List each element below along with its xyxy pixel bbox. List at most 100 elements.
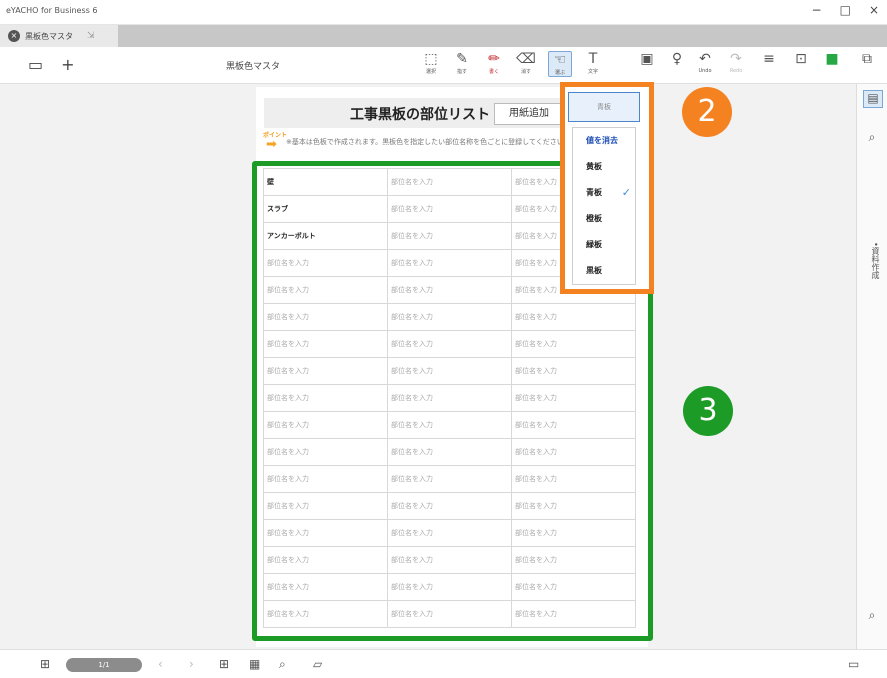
part-name-cell[interactable]: 部位名を入力	[388, 574, 512, 601]
color-palette-button[interactable]: ■	[821, 51, 843, 67]
search-settings-icon[interactable]: ⌕	[863, 130, 881, 146]
tab-detach-icon[interactable]: ⇲	[87, 31, 95, 41]
close-window-button[interactable]: ×	[869, 3, 879, 17]
settings-search-icon[interactable]: ⌕	[863, 608, 881, 624]
part-name-cell[interactable]: 部位名を入力	[388, 250, 512, 277]
part-name-cell[interactable]: 部位名を入力	[512, 412, 636, 439]
part-name-cell[interactable]: 部位名を入力	[388, 466, 512, 493]
microphone-button[interactable]: ♀	[666, 51, 688, 67]
undo-button[interactable]: ↶ Undo	[694, 51, 716, 74]
part-name-cell[interactable]: 部位名を入力	[388, 385, 512, 412]
eraser-page-icon[interactable]: ▱	[313, 657, 322, 671]
part-name-cell[interactable]: 部位名を入力	[512, 601, 636, 628]
table-row: 部位名を入力 部位名を入力 部位名を入力	[264, 466, 636, 493]
choose-tool-button[interactable]: ☜ 選ぶ	[548, 51, 572, 77]
text-tool-button[interactable]: T 文字	[582, 51, 604, 75]
add-sheet-button[interactable]: 用紙追加	[494, 103, 564, 125]
bottom-bar: ⊞ 1/1 ‹ › ⊞ ▦ ⌕ ▱ ▭	[0, 649, 887, 678]
part-name-cell[interactable]: 部位名を入力	[388, 358, 512, 385]
part-name-cell[interactable]: 部位名を入力	[388, 169, 512, 196]
part-name-cell[interactable]: 部位名を入力	[388, 520, 512, 547]
part-name-cell[interactable]: 部位名を入力	[264, 412, 388, 439]
insert-image-button[interactable]: ▣	[636, 51, 658, 67]
color-option[interactable]: 黒板	[573, 258, 635, 284]
part-name-cell[interactable]: 部位名を入力	[388, 277, 512, 304]
part-name-cell[interactable]: 部位名を入力	[512, 547, 636, 574]
grid-view-icon[interactable]: ▦	[249, 657, 260, 671]
part-name-cell[interactable]: 部位名を入力	[388, 412, 512, 439]
part-name-cell[interactable]: 部位名を入力	[264, 439, 388, 466]
part-name-cell[interactable]: 部位名を入力	[388, 547, 512, 574]
part-name-cell[interactable]: 部位名を入力	[388, 223, 512, 250]
maximize-button[interactable]: □	[840, 3, 851, 17]
part-name-cell[interactable]: 部位名を入力	[512, 574, 636, 601]
part-name-cell[interactable]: 部位名を入力	[388, 304, 512, 331]
part-name-cell[interactable]: 部位名を入力	[264, 601, 388, 628]
page-indicator[interactable]: 1/1	[66, 658, 142, 672]
option-label: 黒板	[586, 266, 602, 275]
part-name-cell[interactable]: 部位名を入力	[388, 439, 512, 466]
part-name-cell[interactable]: 部位名を入力	[388, 196, 512, 223]
part-name-cell[interactable]: 壁	[264, 169, 388, 196]
table-row: 部位名を入力 部位名を入力 部位名を入力	[264, 547, 636, 574]
minimize-button[interactable]: −	[812, 3, 822, 17]
color-option[interactable]: 緑板	[573, 232, 635, 258]
part-name-cell[interactable]: アンカーボルト	[264, 223, 388, 250]
table-row: 部位名を入力 部位名を入力 部位名を入力	[264, 412, 636, 439]
part-name-cell[interactable]: 部位名を入力	[264, 385, 388, 412]
document-creation-label[interactable]: •資料作成	[869, 242, 881, 279]
redo-button[interactable]: ↷ Redo	[725, 51, 747, 74]
color-option[interactable]: 橙板	[573, 206, 635, 232]
page-list-icon[interactable]: ⊞	[40, 657, 50, 671]
part-name-cell[interactable]: スラブ	[264, 196, 388, 223]
window-layout-button[interactable]: ⧉	[856, 51, 878, 67]
comment-icon: ⊡	[795, 51, 807, 67]
tool-label: 消す	[520, 69, 531, 75]
table-row: 部位名を入力 部位名を入力 部位名を入力	[264, 601, 636, 628]
part-name-cell[interactable]: 部位名を入力	[264, 304, 388, 331]
properties-icon[interactable]: ▤	[863, 90, 883, 108]
part-name-cell[interactable]: 部位名を入力	[264, 358, 388, 385]
add-icon[interactable]: +	[61, 55, 74, 74]
zoom-icon[interactable]: ⌕	[279, 657, 286, 672]
part-name-cell[interactable]: 部位名を入力	[264, 493, 388, 520]
color-select-box[interactable]: 青板	[568, 92, 640, 122]
tab-blackboard-color-master[interactable]: × 黒板色マスタ ⇲	[0, 25, 118, 47]
part-name-cell[interactable]: 部位名を入力	[388, 331, 512, 358]
fullscreen-icon[interactable]: ▭	[848, 657, 859, 671]
previous-page-icon[interactable]: ‹	[158, 657, 163, 671]
part-name-cell[interactable]: 部位名を入力	[264, 331, 388, 358]
close-tab-icon[interactable]: ×	[8, 30, 20, 42]
part-name-cell[interactable]: 部位名を入力	[512, 466, 636, 493]
part-name-cell[interactable]: 部位名を入力	[388, 493, 512, 520]
part-name-cell[interactable]: 部位名を入力	[512, 520, 636, 547]
part-name-cell[interactable]: 部位名を入力	[512, 304, 636, 331]
eraser-tool-button[interactable]: ⌫ 消す	[515, 51, 537, 75]
select-tool-button[interactable]: ⬚ 選択	[420, 51, 442, 75]
comment-button[interactable]: ⊡	[790, 51, 812, 67]
part-name-cell[interactable]: 部位名を入力	[512, 385, 636, 412]
next-page-icon[interactable]: ›	[189, 657, 194, 671]
tool-label: 選ぶ	[554, 70, 565, 76]
part-name-cell[interactable]: 部位名を入力	[512, 331, 636, 358]
part-name-cell[interactable]: 部位名を入力	[512, 439, 636, 466]
part-name-cell[interactable]: 部位名を入力	[264, 520, 388, 547]
part-name-cell[interactable]: 部位名を入力	[264, 466, 388, 493]
part-name-cell[interactable]: 部位名を入力	[264, 277, 388, 304]
point-tool-button[interactable]: ✎ 指す	[451, 51, 473, 75]
part-name-cell[interactable]: 部位名を入力	[512, 493, 636, 520]
color-option[interactable]: 青板 ✓	[573, 180, 635, 206]
color-option[interactable]: 黄板	[573, 154, 635, 180]
part-name-cell[interactable]: 部位名を入力	[264, 547, 388, 574]
add-page-icon[interactable]: ⊞	[219, 657, 229, 671]
folder-icon[interactable]: ▭	[28, 55, 43, 74]
option-label: 値を消去	[586, 136, 618, 145]
option-label: 緑板	[586, 240, 602, 249]
menu-button[interactable]: ≡	[758, 51, 780, 67]
clear-value-option[interactable]: 値を消去	[573, 128, 635, 154]
pen-tool-button[interactable]: ✏ 書く	[483, 51, 505, 75]
part-name-cell[interactable]: 部位名を入力	[388, 601, 512, 628]
part-name-cell[interactable]: 部位名を入力	[512, 358, 636, 385]
part-name-cell[interactable]: 部位名を入力	[264, 574, 388, 601]
part-name-cell[interactable]: 部位名を入力	[264, 250, 388, 277]
